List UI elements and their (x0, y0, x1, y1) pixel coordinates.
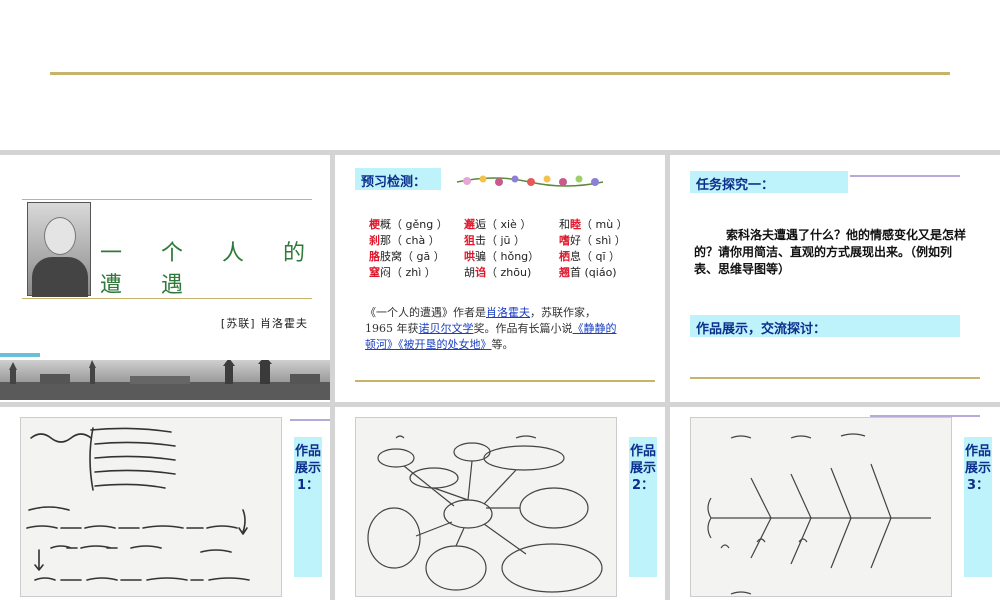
divider (22, 298, 312, 299)
fishbone-diagram-image (690, 417, 952, 597)
accent-bar (0, 353, 40, 357)
flower-garland-decoration (456, 175, 604, 187)
author-answer: 肖洛霍夫 (486, 306, 530, 319)
word-item: 狙击（ jū ） (464, 234, 526, 247)
work-caption: 作品展示1： (294, 437, 322, 577)
divider (22, 199, 312, 200)
word-item: 栖息（ qī ） (559, 250, 621, 263)
word-item: 窒闷（ zhì ） (369, 266, 436, 279)
author-credit: [苏联] 肖洛霍夫 (220, 317, 308, 330)
slide-title: 一 个 人 的 遭 遇 (100, 241, 321, 298)
slide-heading: 任务探究一： (690, 171, 848, 193)
word-item: 胡诌（ zhōu) (464, 266, 532, 279)
word-item: 嗜好（ shì ） (559, 234, 626, 247)
word-row: 刹那（ chà ） 狙击（ jū ） 嗜好（ shì ） (369, 233, 659, 249)
slide-thumbnail-4[interactable]: 作品展示1： (0, 407, 330, 600)
slide-thumbnail-1[interactable]: 一 个 人 的 遭 遇 [苏联] 肖洛霍夫 (0, 155, 330, 402)
task-question: 索科洛夫遭遇了什么？他的情感变化又是怎样的？请你用简洁、直观的方式展现出来。（例… (694, 228, 967, 276)
slide-thumbnail-5[interactable]: 作品展示2： (335, 407, 665, 600)
header-area (0, 0, 1000, 150)
word-row: 梗概（ gěng ） 邂逅（ xiè ） 和睦（ mù ） (369, 217, 659, 233)
word-item: 刹那（ chà ） (369, 234, 440, 247)
work-caption: 作品展示2： (629, 437, 657, 577)
divider (355, 380, 655, 382)
slide-thumbnail-2[interactable]: 预习检测： 梗概（ gěng ） 邂逅（ xiè ） 和睦（ mù ） 刹那（ … (335, 155, 665, 402)
word-item: 梗概（ gěng ） (369, 218, 448, 231)
pronunciation-table: 梗概（ gěng ） 邂逅（ xiè ） 和睦（ mù ） 刹那（ chà ） … (369, 217, 659, 281)
slide-thumbnail-3[interactable]: 任务探究一： 索科洛夫遭遇了什么？他的情感变化又是怎样的？请你用简洁、直观的方式… (670, 155, 1000, 402)
word-item: 和睦（ mù ） (559, 218, 628, 231)
divider (290, 419, 330, 421)
slide-heading: 预习检测： (355, 168, 441, 190)
word-item: 邂逅（ xiè ） (464, 218, 532, 231)
city-panorama-image (0, 360, 330, 400)
word-item: 翘首 (qiáo) (559, 266, 617, 279)
author-portrait (27, 202, 91, 297)
mind-map-image (355, 417, 617, 597)
word-item: 胳肢窝（ gā ） (369, 250, 445, 263)
word-row: 胳肢窝（ gā ） 哄骗（ hǒng） 栖息（ qī ） (369, 249, 659, 265)
divider (690, 377, 980, 379)
word-item: 哄骗（ hǒng） (464, 250, 540, 263)
word-row: 窒闷（ zhì ） 胡诌（ zhōu) 翘首 (qiáo) (369, 265, 659, 281)
header-rule (50, 72, 950, 75)
slide-grid: 一 个 人 的 遭 遇 [苏联] 肖洛霍夫 预习检测： 梗概（ gěng ） 邂… (0, 150, 1000, 600)
divider (850, 175, 960, 177)
author-paragraph: 《一个人的遭遇》作者是肖洛霍夫，苏联作家，1965 年获诺贝尔文学奖。作品有长篇… (365, 306, 617, 351)
prize-answer: 诺贝尔文学 (418, 322, 474, 335)
section-label: 作品展示，交流探讨： (690, 315, 960, 337)
slide-thumbnail-6[interactable]: 作品展示3： (670, 407, 1000, 600)
handwritten-notes-image (20, 417, 282, 597)
work-caption: 作品展示3： (964, 437, 992, 577)
